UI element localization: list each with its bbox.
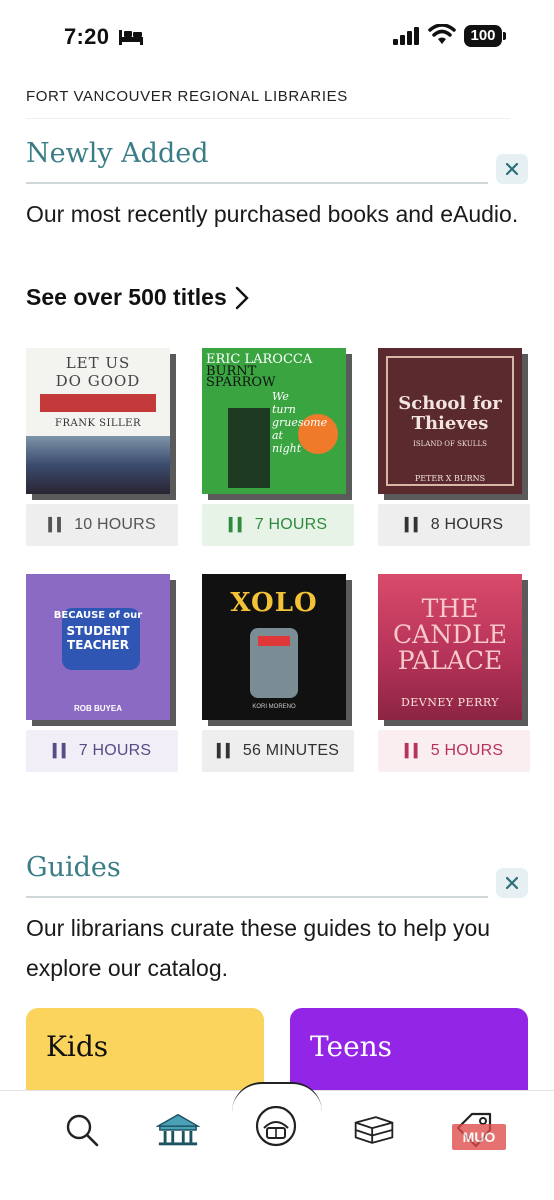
- cover-title-line-3: PALACE: [397, 646, 503, 675]
- newly-added-close-button[interactable]: [496, 154, 528, 184]
- reader-icon: [255, 1105, 297, 1147]
- guides-close-button[interactable]: [496, 868, 528, 898]
- book-duration: 7 HOURS: [254, 516, 328, 533]
- cover-banner: [40, 394, 156, 412]
- guide-card-label: Kids: [46, 1030, 109, 1063]
- status-bar: 7:20 100: [0, 0, 554, 70]
- shelf-icon: [354, 1116, 394, 1144]
- cover-author: DEVNEY PERRY: [400, 696, 500, 709]
- book-cover-let-us-do-good[interactable]: LET US DO GOOD FRANK SILLER: [26, 348, 170, 494]
- newly-added-rule: [26, 182, 488, 184]
- see-all-label: See over 500 titles: [26, 284, 227, 310]
- tab-reader[interactable]: [254, 1104, 298, 1148]
- book-duration-badge: ▍▍ 7 HOURS: [26, 730, 178, 772]
- cover-crowd-photo: [26, 436, 170, 494]
- book-duration: 8 HOURS: [430, 516, 504, 533]
- book-duration-badge: ▍▍ 7 HOURS: [202, 504, 354, 546]
- status-time: 7:20: [64, 24, 110, 49]
- book-duration: 10 HOURS: [74, 516, 156, 533]
- cover-title-line-2: SPARROW: [206, 375, 276, 390]
- cover-title-line-3: TEACHER: [67, 638, 129, 652]
- book-cover-school-for-thieves[interactable]: School for Thieves ISLAND OF SKULLS PETE…: [378, 348, 522, 494]
- guide-card-label: Teens: [310, 1030, 393, 1063]
- wifi-icon: [428, 24, 456, 44]
- headphones-icon: ▍▍: [404, 517, 424, 532]
- guides-title: Guides: [26, 852, 121, 883]
- guides-rule: [26, 896, 488, 898]
- cover-title-line-2: DO GOOD: [55, 372, 141, 390]
- watermark-logo: MUO: [452, 1124, 506, 1150]
- cover-author: FRANK SILLER: [55, 418, 141, 429]
- close-icon: [506, 877, 518, 889]
- cover-title-line-1: THE: [421, 594, 479, 623]
- headphones-icon: ▍▍: [228, 517, 248, 532]
- cover-subtitle: ISLAND OF SKULLS: [413, 440, 487, 448]
- library-icon: [156, 1113, 200, 1146]
- guides-description: Our librarians curate these guides to he…: [26, 915, 491, 981]
- search-icon: [66, 1114, 99, 1147]
- cover-title-line-1: LET US: [65, 354, 131, 372]
- book-duration: 56 MINUTES: [242, 742, 340, 759]
- cover-house: [228, 408, 270, 488]
- cellular-signal-icon: [393, 27, 419, 45]
- cover-title-line-1: BECAUSE of our: [53, 610, 143, 621]
- cover-title-line-2: STUDENT: [66, 624, 130, 638]
- headphones-icon: ▍▍: [404, 743, 424, 758]
- chevron-right-icon: [235, 286, 249, 309]
- battery-level: 100: [464, 25, 502, 47]
- book-duration-badge: ▍▍ 10 HOURS: [26, 504, 178, 546]
- book-duration-badge: ▍▍ 8 HOURS: [378, 504, 530, 546]
- cover-title: XOLO: [230, 588, 318, 618]
- cover-tagline: We turn gruesome at night: [272, 390, 328, 455]
- book-cover-burnt-sparrow[interactable]: ERIC LAROCCA BURNT SPARROW We turn grues…: [202, 348, 346, 494]
- tab-search[interactable]: [60, 1108, 104, 1152]
- library-name: FORT VANCOUVER REGIONAL LIBRARIES: [26, 88, 348, 105]
- tab-shelf[interactable]: [352, 1108, 396, 1152]
- cover-narrator: KORI MORENO: [252, 704, 296, 710]
- cover-headband: [258, 636, 290, 646]
- book-cover-xolo[interactable]: XOLO KORI MORENO: [202, 574, 346, 720]
- sleep-focus-icon: [119, 30, 143, 45]
- cover-author: PETER X BURNS: [414, 474, 486, 483]
- battery-indicator: 100: [464, 25, 506, 47]
- battery-tip: [503, 32, 506, 40]
- headphones-icon: ▍▍: [48, 517, 67, 532]
- see-all-titles-link[interactable]: See over 500 titles: [26, 284, 249, 311]
- book-duration: 7 HOURS: [78, 742, 152, 759]
- headphones-icon: ▍▍: [216, 743, 236, 758]
- book-duration-badge: ▍▍ 56 MINUTES: [202, 730, 354, 772]
- book-cover-because-of-our-student-teacher[interactable]: BECAUSE of our STUDENT TEACHER ROB BUYEA: [26, 574, 170, 720]
- newly-added-description: Our most recently purchased books and eA…: [26, 201, 519, 227]
- close-icon: [506, 163, 518, 175]
- book-duration: 5 HOURS: [430, 742, 504, 759]
- header-divider: [26, 118, 510, 119]
- cover-title: School for Thieves: [398, 393, 502, 434]
- cover-author: ROB BUYEA: [73, 704, 122, 713]
- headphones-icon: ▍▍: [52, 743, 72, 758]
- newly-added-title: Newly Added: [26, 138, 209, 169]
- tab-library[interactable]: [156, 1108, 200, 1152]
- cover-title-line-2: CANDLE: [393, 620, 507, 649]
- book-duration-badge: ▍▍ 5 HOURS: [378, 730, 530, 772]
- book-cover-the-candle-palace[interactable]: THE CANDLE PALACE DEVNEY PERRY: [378, 574, 522, 720]
